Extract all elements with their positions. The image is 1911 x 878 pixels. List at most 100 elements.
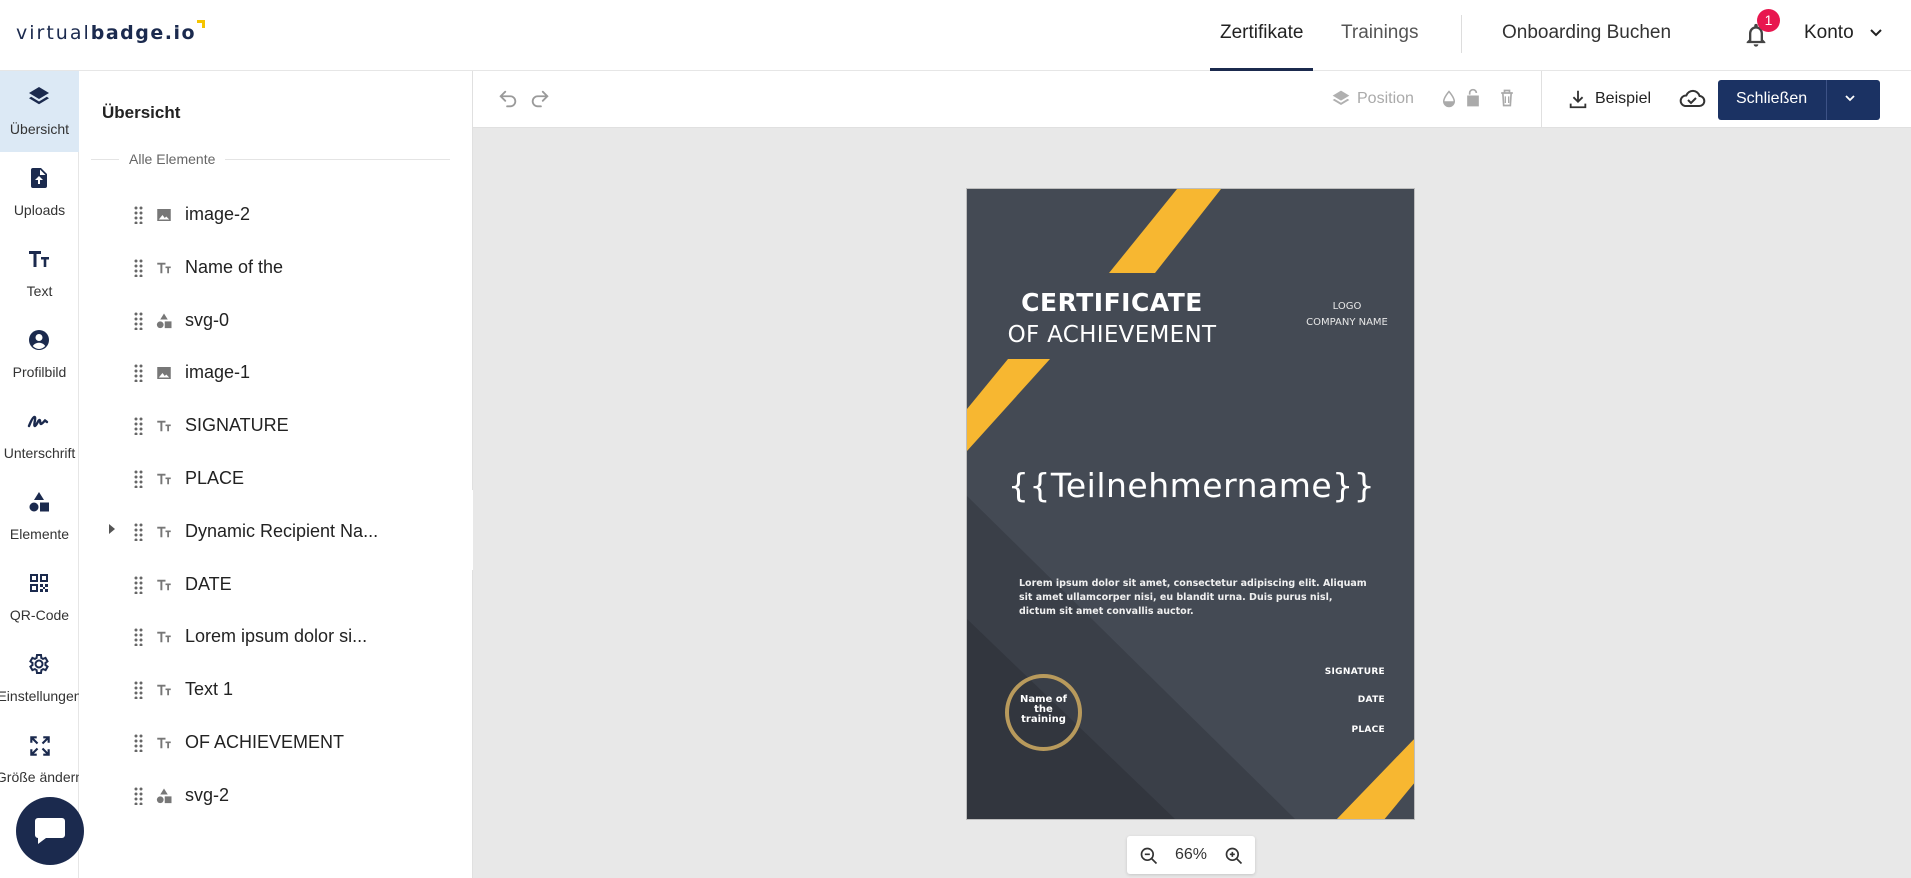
rail-label: Profilbild <box>12 364 67 380</box>
close-button[interactable]: Schließen <box>1718 80 1880 120</box>
date-label[interactable]: DATE <box>1358 695 1385 705</box>
expand-caret-icon[interactable] <box>109 523 115 534</box>
drag-handle-icon[interactable] <box>134 312 144 331</box>
redo-icon[interactable] <box>529 88 551 110</box>
layer-row[interactable]: SIGNATURE <box>79 406 459 446</box>
undo-icon[interactable] <box>497 88 519 110</box>
drag-handle-icon[interactable] <box>134 628 144 647</box>
drag-handle-icon[interactable] <box>134 681 144 700</box>
layer-row[interactable]: OF ACHIEVEMENT <box>79 723 459 763</box>
unlock-icon[interactable] <box>1463 88 1483 108</box>
chevron-down-icon[interactable] <box>1844 92 1856 104</box>
layer-row[interactable]: Lorem ipsum dolor si... <box>79 617 459 657</box>
layer-row[interactable]: svg-2 <box>79 776 459 816</box>
tab-trainings[interactable]: Trainings <box>1341 0 1418 71</box>
drag-handle-icon[interactable] <box>134 576 144 595</box>
layer-name: OF ACHIEVEMENT <box>185 732 345 752</box>
rail-label: Größe ändern <box>0 769 84 785</box>
app-logo[interactable]: virtualbadge.io <box>16 20 206 44</box>
rail-label: Übersicht <box>9 121 70 137</box>
zoom-out-icon[interactable] <box>1139 846 1159 866</box>
layer-row[interactable]: PLACE <box>79 459 459 499</box>
rail-item-unterschrift[interactable]: Unterschrift <box>0 395 79 476</box>
drag-handle-icon[interactable] <box>134 206 144 225</box>
drag-handle-icon[interactable] <box>134 470 144 489</box>
chevron-down-icon <box>1870 29 1882 37</box>
layer-name: PLACE <box>185 468 245 488</box>
zoom-in-icon[interactable] <box>1224 846 1244 866</box>
signature-icon <box>27 415 49 428</box>
accent-stripe-left <box>967 359 1050 451</box>
account-menu[interactable]: Konto <box>1804 22 1883 44</box>
text-type-icon <box>155 417 173 435</box>
drag-handle-icon[interactable] <box>134 787 144 806</box>
text-type-icon <box>155 681 173 699</box>
shapes-icon <box>29 492 49 512</box>
shape-type-icon <box>155 312 173 330</box>
layer-row[interactable]: DATE <box>79 565 459 605</box>
drag-handle-icon[interactable] <box>134 364 144 383</box>
account-label: Konto <box>1804 22 1854 43</box>
rail-item-qr-code[interactable]: QR-Code <box>0 557 79 638</box>
rail-item-elemente[interactable]: Elemente <box>0 476 79 557</box>
drag-handle-icon[interactable] <box>134 523 144 542</box>
drag-handle-icon[interactable] <box>134 417 144 436</box>
rail-item-uebersicht[interactable]: Übersicht <box>0 71 79 152</box>
position-button[interactable]: Position <box>1357 90 1414 108</box>
rail-item-text[interactable]: Text <box>0 233 79 314</box>
close-button-separator <box>1826 80 1827 120</box>
layer-row[interactable]: Dynamic Recipient Na... <box>79 512 459 552</box>
notification-badge: 1 <box>1757 9 1780 32</box>
top-bar: virtualbadge.io Zertifikate Trainings On… <box>0 0 1911 71</box>
image-type-icon <box>155 364 173 382</box>
drag-handle-icon[interactable] <box>134 259 144 278</box>
company-name-label: COMPANY NAME <box>1306 317 1388 328</box>
trash-icon[interactable] <box>1497 88 1517 108</box>
layer-row[interactable]: Name of the <box>79 248 459 288</box>
certificate-title[interactable]: CERTIFICATE <box>967 288 1257 317</box>
training-seal[interactable]: Name of the training <box>1005 674 1082 751</box>
rail-item-uploads[interactable]: Uploads <box>0 152 79 233</box>
logo-corner-mark <box>197 20 206 28</box>
tab-zertifikate[interactable]: Zertifikate <box>1210 0 1314 71</box>
example-button[interactable]: Beispiel <box>1595 90 1651 108</box>
certificate-subtitle[interactable]: OF ACHIEVEMENT <box>967 322 1257 348</box>
layer-row[interactable]: image-2 <box>79 195 459 235</box>
rail-label: Uploads <box>13 202 66 218</box>
text-type-icon <box>155 523 173 541</box>
layer-row[interactable]: svg-0 <box>79 301 459 341</box>
layer-row[interactable]: Text 1 <box>79 670 459 710</box>
drag-handle-icon[interactable] <box>134 734 144 753</box>
logo-text-bold: badge.io <box>90 22 197 44</box>
tool-rail: Übersicht Uploads Text Profilbild Unters… <box>0 71 83 878</box>
close-button-label: Schließen <box>1736 90 1808 107</box>
recipient-name-placeholder[interactable]: {{Teilnehmername}} <box>967 466 1414 505</box>
layers-panel: Übersicht Alle Elemente image-2 Name of t… <box>79 71 473 878</box>
rail-label: QR-Code <box>9 607 70 623</box>
upload-file-icon <box>31 168 47 188</box>
company-logo-placeholder[interactable]: LOGO COMPANY NAME <box>1277 299 1414 331</box>
certificate-canvas[interactable]: CERTIFICATE OF ACHIEVEMENT LOGO COMPANY … <box>966 188 1415 820</box>
rail-item-einstellungen[interactable]: Einstellungen <box>0 638 82 719</box>
rail-item-groesse-aendern[interactable]: Größe ändern <box>0 719 83 800</box>
text-type-icon <box>155 576 173 594</box>
accent-stripe-bottom <box>1336 739 1414 819</box>
layer-row[interactable]: image-1 <box>79 353 459 393</box>
text-type-icon <box>155 734 173 752</box>
editor-toolbar: Position Beispiel Schließen <box>473 71 1911 128</box>
certificate-body-text[interactable]: Lorem ipsum dolor sit amet, consectetur … <box>1019 577 1369 619</box>
accent-stripe-top <box>1109 189 1221 273</box>
chat-widget-button[interactable] <box>16 797 84 865</box>
place-label[interactable]: PLACE <box>1351 725 1385 735</box>
seal-text: Name of the training <box>1019 694 1068 725</box>
layer-name: image-1 <box>185 362 251 383</box>
cloud-sync-icon[interactable] <box>1678 87 1706 111</box>
rail-item-profilbild[interactable]: Profilbild <box>0 314 79 395</box>
shape-type-icon <box>155 787 173 805</box>
onboarding-link[interactable]: Onboarding Buchen <box>1502 0 1671 71</box>
position-layers-icon <box>1332 90 1350 105</box>
signature-label[interactable]: SIGNATURE <box>1325 667 1385 677</box>
panel-title: Übersicht <box>102 103 181 122</box>
opacity-icon[interactable] <box>1440 89 1458 109</box>
rail-label: Unterschrift <box>3 445 76 461</box>
